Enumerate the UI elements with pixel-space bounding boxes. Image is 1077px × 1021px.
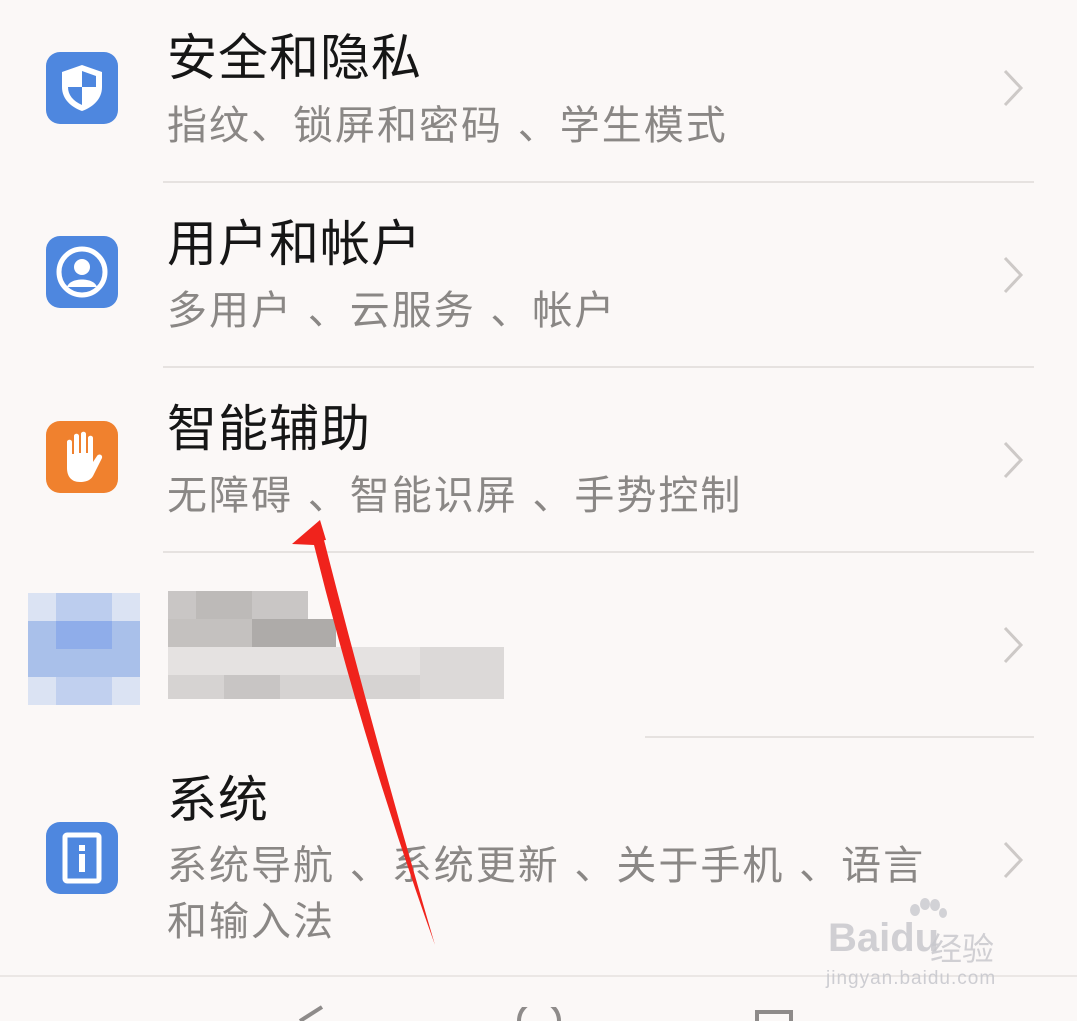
settings-item-subtitle: 多用户 、云服务 、帐户 [167, 288, 617, 334]
settings-item-title: 系统 [167, 771, 269, 829]
settings-item-subtitle: 指纹、锁屏和密码 、学生模式 [167, 103, 728, 149]
chevron-right-icon [1003, 69, 1024, 107]
watermark-brand: Baidu [828, 916, 940, 960]
user-icon [46, 236, 118, 308]
settings-item-title: 用户和帐户 [167, 215, 422, 273]
watermark-cn: 经验 [930, 930, 995, 968]
settings-item-smart-assist[interactable]: 智能辅助 无障碍 、智能识屏 、手势控制 [0, 368, 1077, 553]
settings-item-obscured[interactable] [0, 553, 1077, 738]
settings-item-security-privacy[interactable]: 安全和隐私 指纹、锁屏和密码 、学生模式 [0, 0, 1077, 183]
watermark-url: jingyan.baidu.com [826, 968, 997, 989]
chevron-right-icon [1003, 256, 1024, 294]
chevron-right-icon [1003, 841, 1024, 879]
recents-icon[interactable] [754, 1009, 794, 1021]
settings-item-title: 安全和隐私 [167, 29, 422, 87]
watermark: Baidu 经验 jingyan.baidu.com [822, 898, 1022, 994]
settings-list: 安全和隐私 指纹、锁屏和密码 、学生模式 用户和帐户 多用户 、云服务 、帐户 [0, 0, 1077, 975]
settings-item-users-accounts[interactable]: 用户和帐户 多用户 、云服务 、帐户 [0, 183, 1077, 368]
info-icon [46, 822, 118, 894]
home-icon[interactable] [516, 1007, 562, 1021]
chevron-right-icon [1003, 626, 1024, 664]
settings-item-subtitle: 无障碍 、智能识屏 、手势控制 [167, 473, 743, 519]
hand-icon [46, 421, 118, 493]
shield-icon [46, 52, 118, 124]
chevron-right-icon [1003, 441, 1024, 479]
settings-item-title: 智能辅助 [167, 400, 371, 458]
back-icon[interactable] [296, 1005, 326, 1021]
